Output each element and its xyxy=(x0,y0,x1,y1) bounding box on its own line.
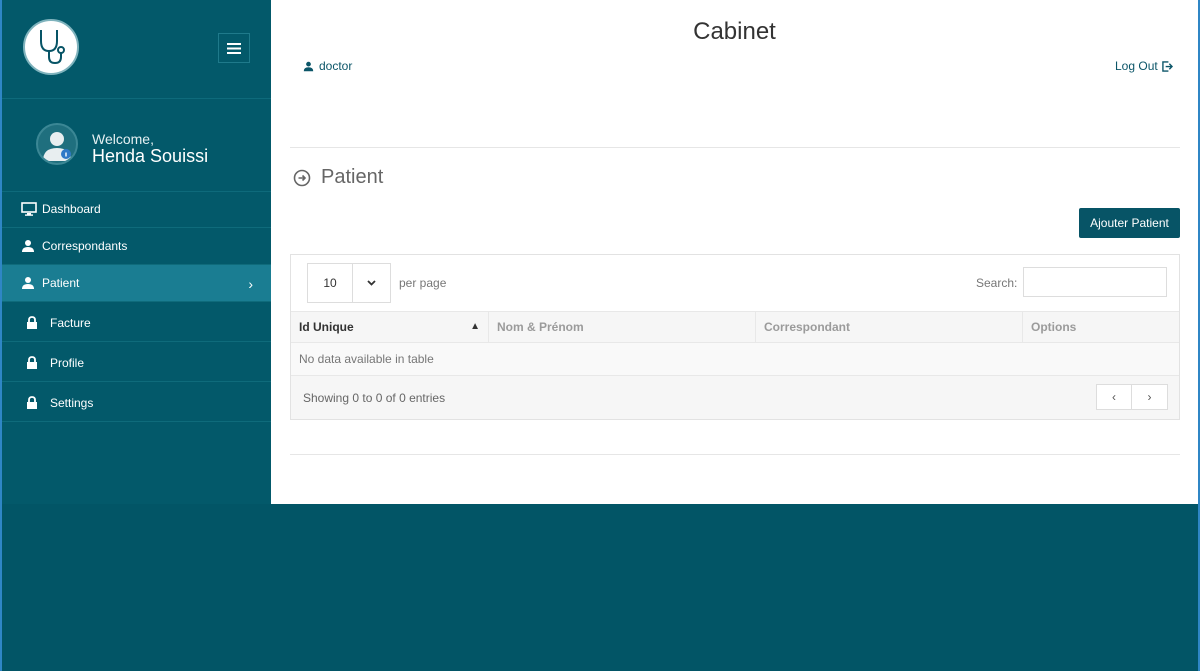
main-content: Cabinet doctor Log Out Patient Ajouter P… xyxy=(271,0,1198,504)
per-page-label: per page xyxy=(399,276,447,290)
sort-ascending-icon: ▲ xyxy=(470,321,480,332)
welcome-text: Welcome, xyxy=(92,131,154,147)
lock-icon xyxy=(26,356,42,370)
search-label: Search: xyxy=(976,276,1018,290)
section-title-text: Patient xyxy=(321,166,384,188)
section-title: Patient xyxy=(293,166,383,189)
sidebar-item-settings[interactable]: Settings xyxy=(2,385,271,422)
user-name: Henda Souissi xyxy=(92,146,209,166)
sidebar-item-label: Facture xyxy=(50,316,91,330)
logout-icon xyxy=(1161,60,1173,72)
table-header: Id Unique ▲ Nom & Prénom Correspondant O… xyxy=(291,311,1179,343)
add-patient-button[interactable]: Ajouter Patient xyxy=(1079,208,1180,238)
pagination: ‹ › xyxy=(1096,384,1168,410)
next-page-button[interactable]: › xyxy=(1132,384,1168,410)
empty-table-message: No data available in table xyxy=(291,343,1179,376)
sidebar-item-facture[interactable]: Facture xyxy=(2,305,271,342)
chevron-right-icon: › xyxy=(248,276,253,292)
user-icon xyxy=(303,61,314,71)
sidebar-item-dashboard[interactable]: Dashboard xyxy=(2,191,271,228)
sidebar: Welcome, Henda Souissi Dashboard Corresp… xyxy=(2,0,271,504)
stethoscope-logo xyxy=(23,19,79,75)
logout-label: Log Out xyxy=(1115,59,1158,73)
sidebar-item-label: Dashboard xyxy=(42,202,101,216)
logout-link[interactable]: Log Out xyxy=(1115,59,1173,73)
sidebar-header xyxy=(2,0,271,99)
column-header-correspondant[interactable]: Correspondant xyxy=(756,312,1023,342)
menu-toggle-button[interactable] xyxy=(218,33,250,63)
divider xyxy=(290,147,1180,148)
hamburger-icon xyxy=(227,42,241,54)
column-header-nom-prenom[interactable]: Nom & Prénom xyxy=(489,312,756,342)
patient-table-panel: 10 per page Search: Id Unique ▲ Nom & Pr… xyxy=(290,254,1180,420)
sidebar-item-correspondants[interactable]: Correspondants xyxy=(2,228,271,265)
user-icon xyxy=(21,239,37,253)
user-link[interactable]: doctor xyxy=(303,59,352,73)
sidebar-item-patient[interactable]: Patient › xyxy=(2,265,271,302)
column-header-options[interactable]: Options xyxy=(1023,312,1179,342)
search-input[interactable] xyxy=(1023,267,1167,297)
user-link-label: doctor xyxy=(319,59,353,73)
table-footer: Showing 0 to 0 of 0 entries ‹ › xyxy=(291,376,1179,419)
arrow-circle-right-icon xyxy=(293,169,311,186)
sidebar-item-label: Profile xyxy=(50,356,85,370)
per-page-value: 10 xyxy=(308,264,353,302)
page-title: Cabinet xyxy=(693,18,776,45)
lock-icon xyxy=(26,396,42,410)
user-icon xyxy=(21,276,37,290)
previous-page-button[interactable]: ‹ xyxy=(1096,384,1132,410)
monitor-icon xyxy=(21,202,37,216)
lock-icon xyxy=(26,316,42,330)
sidebar-item-label: Correspondants xyxy=(42,239,128,253)
chevron-down-icon xyxy=(353,264,390,302)
column-header-id-unique[interactable]: Id Unique ▲ xyxy=(291,312,489,342)
sidebar-item-label: Settings xyxy=(50,396,94,410)
avatar xyxy=(36,123,78,165)
sidebar-item-label: Patient xyxy=(42,276,80,290)
divider xyxy=(290,454,1180,455)
per-page-select[interactable]: 10 xyxy=(307,263,391,303)
entries-info: Showing 0 to 0 of 0 entries xyxy=(303,391,446,405)
sidebar-item-profile[interactable]: Profile xyxy=(2,345,271,382)
